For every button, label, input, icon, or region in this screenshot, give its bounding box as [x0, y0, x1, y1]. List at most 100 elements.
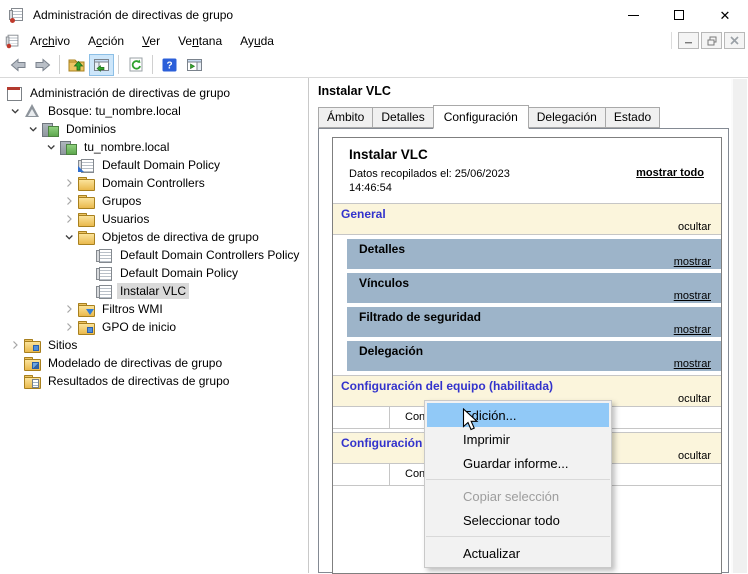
tab-detalles[interactable]: Detalles [372, 107, 434, 128]
tab-estado[interactable]: Estado [604, 107, 661, 128]
chevron-collapsed-icon[interactable] [60, 178, 78, 188]
console-tree-icon [94, 58, 109, 72]
maximize-button[interactable] [656, 0, 702, 30]
subsection-detalles: Detalles mostrar [347, 238, 721, 269]
context-menu-item-copiar-seleccion[interactable]: Copiar selección [425, 484, 611, 508]
toolbar-separator [118, 55, 119, 74]
ou-folder-icon [78, 212, 95, 227]
vinculos-show-link[interactable]: mostrar [359, 290, 711, 302]
chevron-expanded-icon[interactable] [42, 142, 60, 152]
tree-item-domain-controllers[interactable]: Domain Controllers [0, 174, 308, 192]
console-child-icon [5, 34, 20, 48]
show-hide-action-pane-button[interactable] [182, 54, 207, 76]
menu-bar: Archivo Acción Ver Ventana Ayuda [0, 30, 748, 52]
tree-item-resultados[interactable]: Resultados de directivas de grupo [0, 372, 308, 390]
tree-item-sitios[interactable]: Sitios [0, 336, 308, 354]
window-title: Administración de directivas de grupo [33, 8, 234, 22]
back-button[interactable] [5, 54, 30, 76]
subsection-delegacion: Delegación mostrar [347, 340, 721, 371]
chevron-collapsed-icon[interactable] [6, 340, 24, 350]
tree-item-usuarios[interactable]: Usuarios [0, 210, 308, 228]
refresh-button[interactable] [123, 54, 148, 76]
action-pane-icon [187, 58, 202, 71]
console-tree-pane: Administración de directivas de grupo Bo… [0, 78, 309, 573]
show-hide-console-tree-button[interactable] [89, 53, 114, 76]
minimize-button[interactable] [610, 0, 656, 30]
tree-item-grupos[interactable]: Grupos [0, 192, 308, 210]
minimize-icon [627, 14, 639, 16]
context-menu-item-seleccionar-todo[interactable]: Seleccionar todo [425, 508, 611, 532]
context-menu-item-actualizar[interactable]: Actualizar [425, 541, 611, 565]
show-all-link[interactable]: mostrar todo [636, 167, 707, 179]
forest-icon [24, 104, 40, 118]
refresh-icon [129, 57, 142, 72]
tree-item-gpo-de-inicio[interactable]: GPO de inicio [0, 318, 308, 336]
tree-item-gpo-objects[interactable]: Objetos de directiva de grupo [0, 228, 308, 246]
title-bar: Administración de directivas de grupo ✕ [0, 0, 748, 30]
chevron-collapsed-icon[interactable] [60, 196, 78, 206]
maximize-icon [674, 10, 684, 20]
close-button[interactable]: ✕ [702, 0, 748, 30]
svg-text:?: ? [166, 60, 172, 71]
menu-ayuda[interactable]: Ayuda [231, 31, 283, 51]
menu-archivo[interactable]: Archivo [21, 31, 79, 51]
tree-item-filtros-wmi[interactable]: Filtros WMI [0, 300, 308, 318]
toolbar-separator [59, 55, 60, 74]
forward-icon [35, 57, 50, 72]
policy-modeling-icon [24, 356, 41, 371]
chevron-expanded-icon[interactable] [60, 232, 78, 242]
gpo-objects-folder-icon [78, 230, 95, 245]
tree-item-instalar-vlc[interactable]: Instalar VLC [0, 282, 308, 300]
data-collected-text: Datos recopilados el: 25/06/2023 14:46:5… [349, 168, 510, 195]
tree-item-domain[interactable]: tu_nombre.local [0, 138, 308, 156]
up-one-level-button[interactable] [64, 54, 89, 76]
detalles-show-link[interactable]: mostrar [359, 256, 711, 268]
gpo-icon [96, 266, 112, 281]
context-menu-item-imprimir[interactable]: Imprimir [425, 427, 611, 451]
menu-ventana[interactable]: Ventana [169, 31, 231, 51]
delegacion-show-link[interactable]: mostrar [359, 358, 711, 370]
sites-folder-icon [24, 338, 41, 353]
chevron-expanded-icon[interactable] [24, 124, 42, 134]
mdi-restore-icon [707, 36, 716, 45]
context-menu-item-guardar-informe[interactable]: Guardar informe... [425, 451, 611, 475]
context-menu: Edición... Imprimir Guardar informe... C… [424, 400, 612, 568]
tree-item-default-domain-policy[interactable]: Default Domain Policy [0, 264, 308, 282]
tree-item-forest[interactable]: Bosque: tu_nombre.local [0, 102, 308, 120]
tree-item-default-domain-controllers-policy[interactable]: Default Domain Controllers Policy [0, 246, 308, 264]
help-button[interactable]: ? [157, 54, 182, 76]
menu-ver[interactable]: Ver [133, 31, 169, 51]
general-hide-link[interactable]: ocultar [341, 221, 713, 233]
tree-item-default-domain-policy-link[interactable]: Default Domain Policy [0, 156, 308, 174]
ou-folder-icon [78, 194, 95, 209]
tab-delegacion[interactable]: Delegación [527, 107, 606, 128]
tree-item-modelado[interactable]: Modelado de directivas de grupo [0, 354, 308, 372]
tab-ambito[interactable]: Ámbito [318, 107, 374, 128]
tree-item-dominios[interactable]: Dominios [0, 120, 308, 138]
up-folder-icon [68, 59, 85, 71]
mdi-restore-button[interactable] [701, 32, 722, 49]
chevron-collapsed-icon[interactable] [60, 322, 78, 332]
tree-item-root[interactable]: Administración de directivas de grupo [0, 84, 308, 102]
ou-folder-icon [78, 176, 95, 191]
mdi-close-button[interactable] [724, 32, 745, 49]
vertical-scrollbar-track[interactable] [731, 79, 747, 573]
mdi-minimize-button[interactable] [678, 32, 699, 49]
menu-accion[interactable]: Acción [79, 31, 133, 51]
tab-strip: Ámbito Detalles Configuración Delegación… [318, 105, 729, 129]
chevron-collapsed-icon[interactable] [60, 304, 78, 314]
row-gutter-cell [333, 463, 390, 485]
context-menu-item-edicion[interactable]: Edición... [427, 403, 609, 427]
toolbar-separator [152, 55, 153, 74]
context-menu-separator [426, 536, 610, 537]
subsection-filtrado: Filtrado de seguridad mostrar [347, 306, 721, 337]
chevron-expanded-icon[interactable] [6, 106, 24, 116]
chevron-collapsed-icon[interactable] [60, 214, 78, 224]
forward-button[interactable] [30, 54, 55, 76]
context-menu-separator [426, 479, 610, 480]
close-icon: ✕ [719, 7, 731, 23]
filtrado-show-link[interactable]: mostrar [359, 324, 711, 336]
tab-configuracion[interactable]: Configuración [432, 105, 529, 129]
subsection-vinculos: Vínculos mostrar [347, 272, 721, 303]
gpo-link-icon [78, 158, 94, 173]
